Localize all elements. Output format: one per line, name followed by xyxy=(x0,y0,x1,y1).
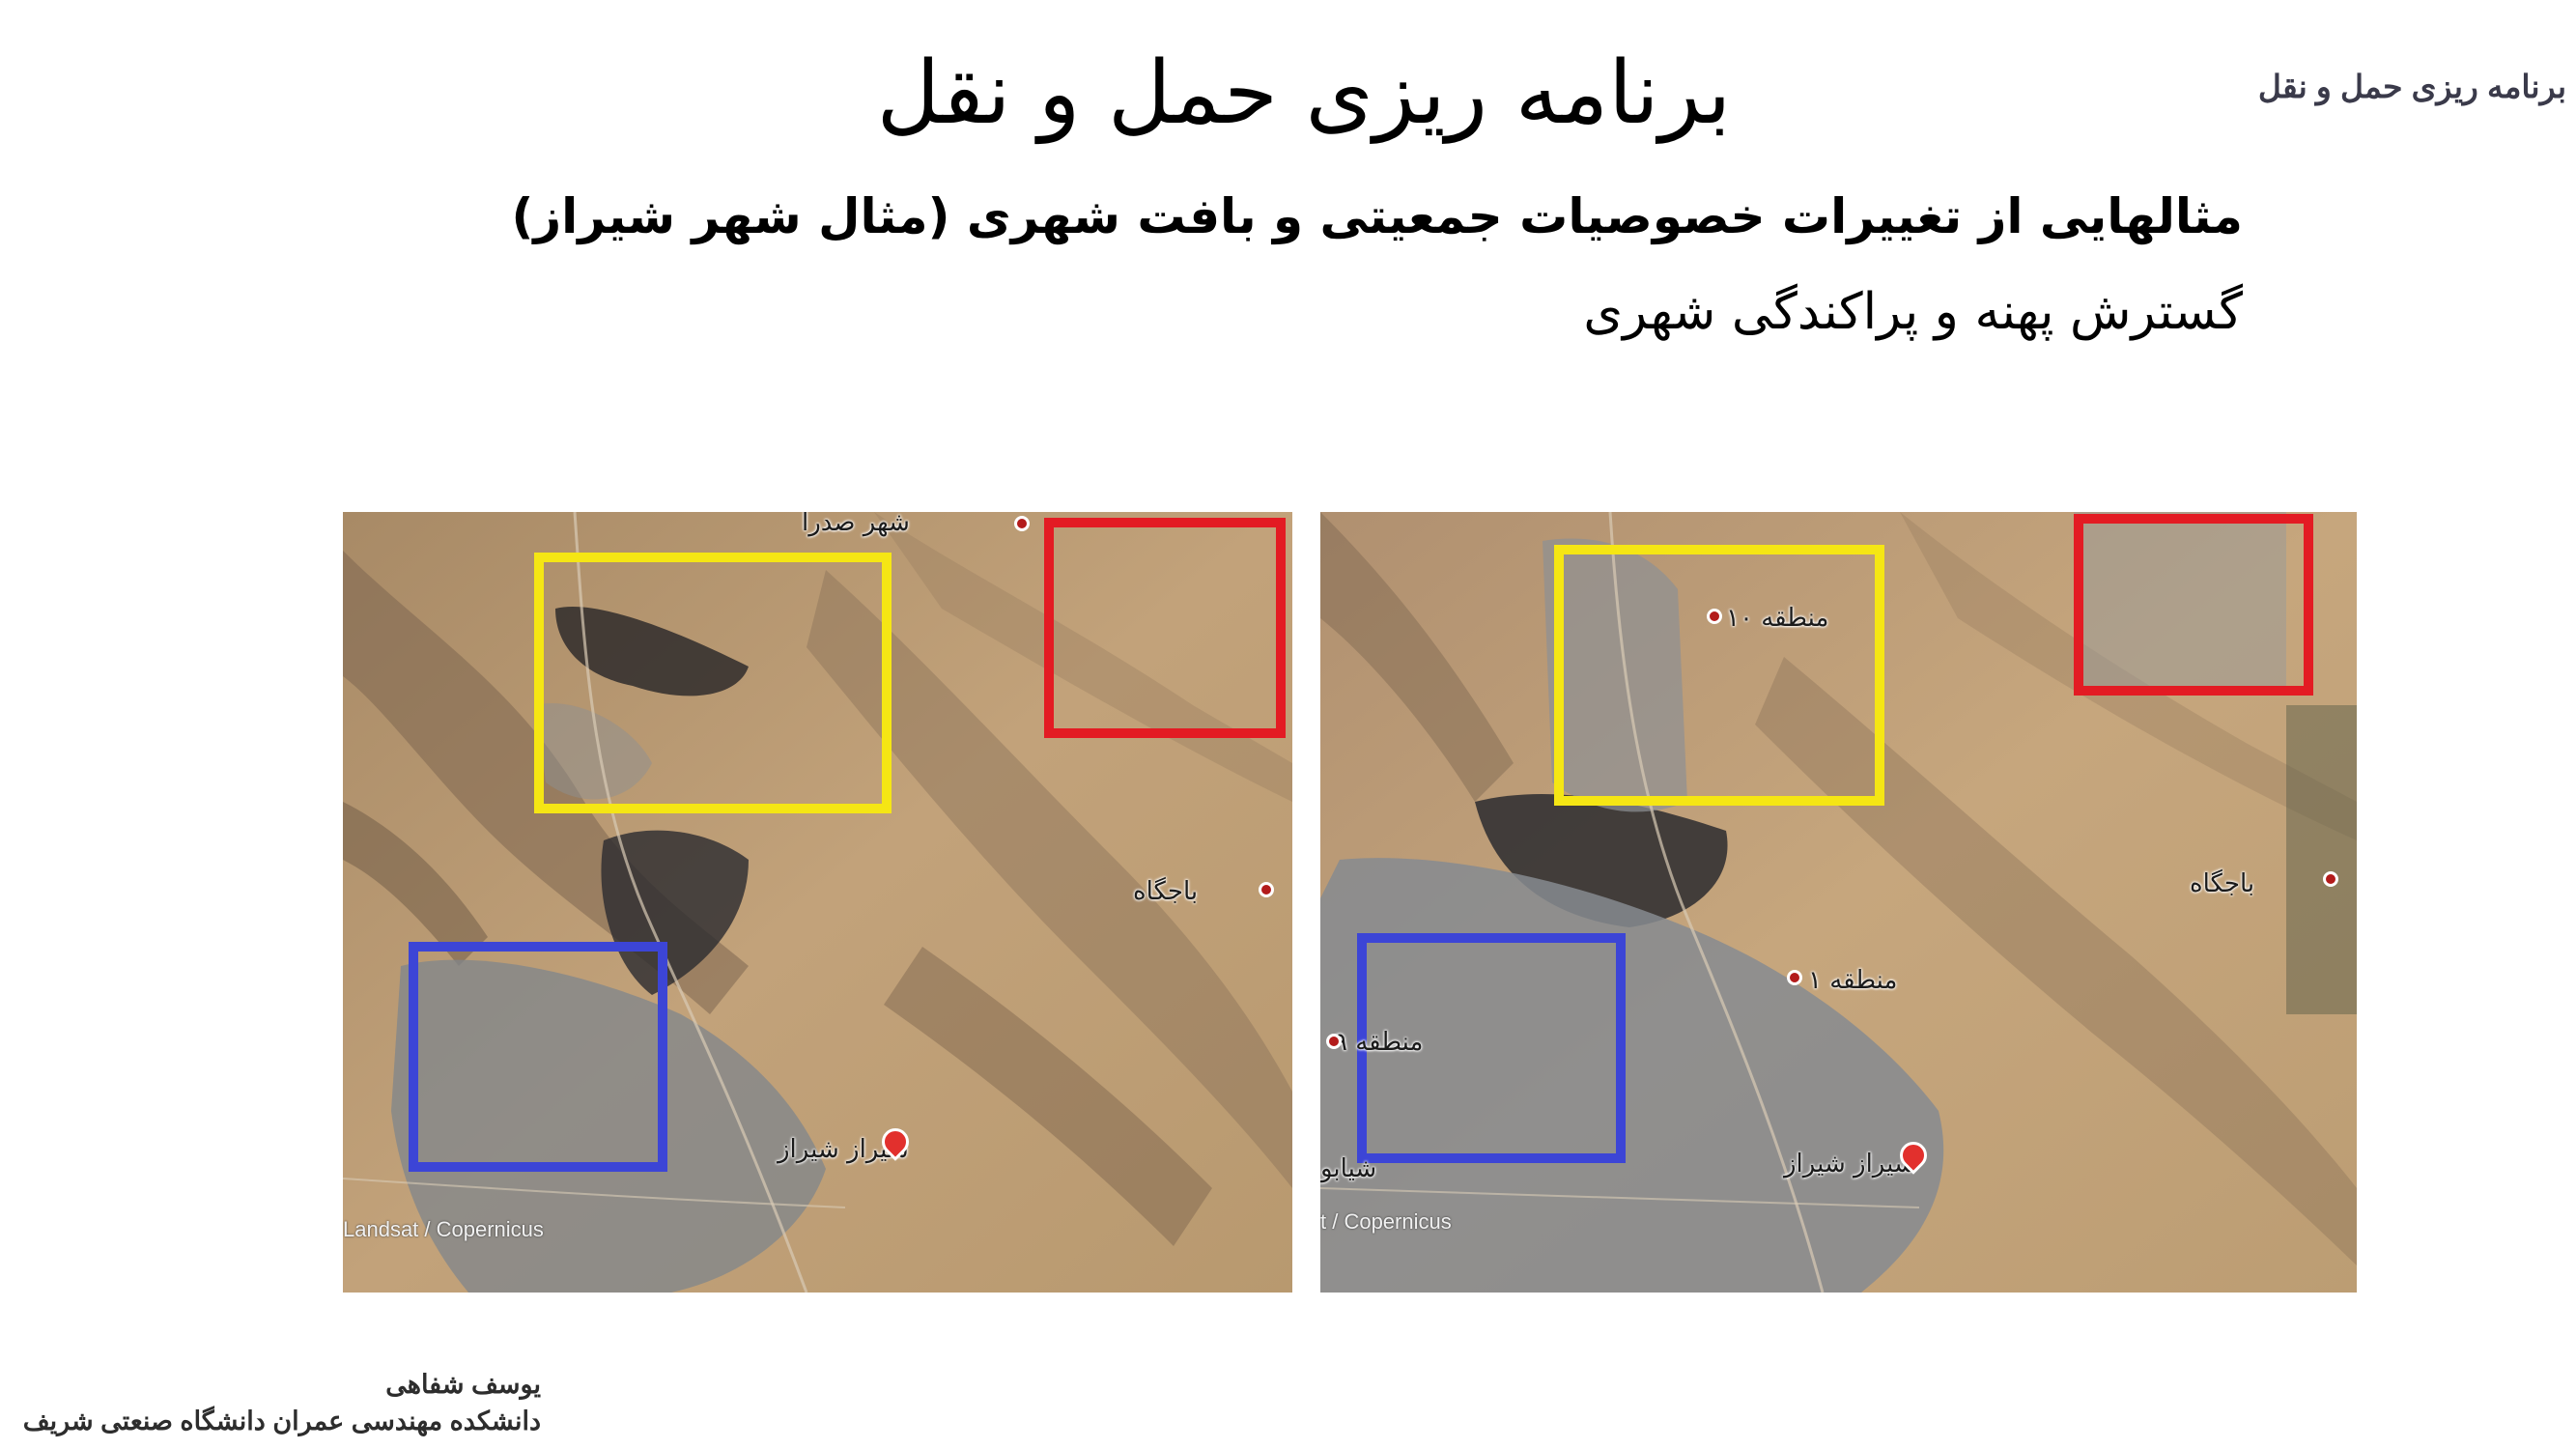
highlight-box-red xyxy=(2074,514,2313,696)
footer-author: یوسف شفاهی xyxy=(385,1370,541,1399)
slide-subtitle: مثالهایی از تغییرات خصوصیات جمعیتی و باف… xyxy=(511,188,2243,244)
highlight-box-red xyxy=(1044,518,1286,738)
footer-credits: یوسف شفاهی دانشکده مهندسی عمران دانشگاه … xyxy=(19,1367,541,1440)
course-header: برنامه ریزی حمل و نقل xyxy=(2257,69,2566,104)
map-label-mantaghe-1: منطقه ۱ xyxy=(1808,966,1898,995)
location-pin-icon xyxy=(1787,970,1802,985)
map-label-mantaghe-9: منطقه ۹ xyxy=(1334,1028,1424,1057)
footer-affiliation: دانشکده مهندسی عمران دانشگاه صنعتی شریف xyxy=(22,1406,541,1435)
location-pin-icon xyxy=(1326,1034,1342,1049)
map-label-bajgah: باجگاه xyxy=(2190,869,2255,898)
satellite-map-after: منطقه ۱۰ باجگاه منطقه ۱ منطقه ۹ شیراز شی… xyxy=(1320,512,2357,1293)
map-copyright: t / Copernicus xyxy=(1320,1209,1452,1234)
location-pin-icon xyxy=(1707,609,1722,624)
satellite-map-before: شهر صدرا باجگاه شیراز شیراز Landsat / Co… xyxy=(343,512,1292,1293)
map-label-shiraz: شیراز شیراز xyxy=(1784,1150,1915,1179)
slide-subhead: گسترش پهنه و پراکندگی شهری xyxy=(1583,283,2243,341)
map-copyright: Landsat / Copernicus xyxy=(343,1217,544,1241)
map-label-shirabo: شیابو xyxy=(1320,1154,1377,1183)
highlight-box-yellow xyxy=(534,553,892,813)
map-label-bajgah: باجگاه xyxy=(1133,877,1199,906)
map-label-mantaghe-10: منطقه ۱۰ xyxy=(1726,604,1829,633)
slide-title: برنامه ریزی حمل و نقل xyxy=(876,43,1732,144)
highlight-box-yellow xyxy=(1554,545,1884,806)
map-label-sadra: شهر صدرا xyxy=(802,512,910,537)
location-pin-icon xyxy=(1259,882,1274,897)
location-pin-icon xyxy=(2323,871,2338,887)
highlight-box-blue xyxy=(409,942,667,1172)
location-pin-icon xyxy=(1014,516,1030,531)
